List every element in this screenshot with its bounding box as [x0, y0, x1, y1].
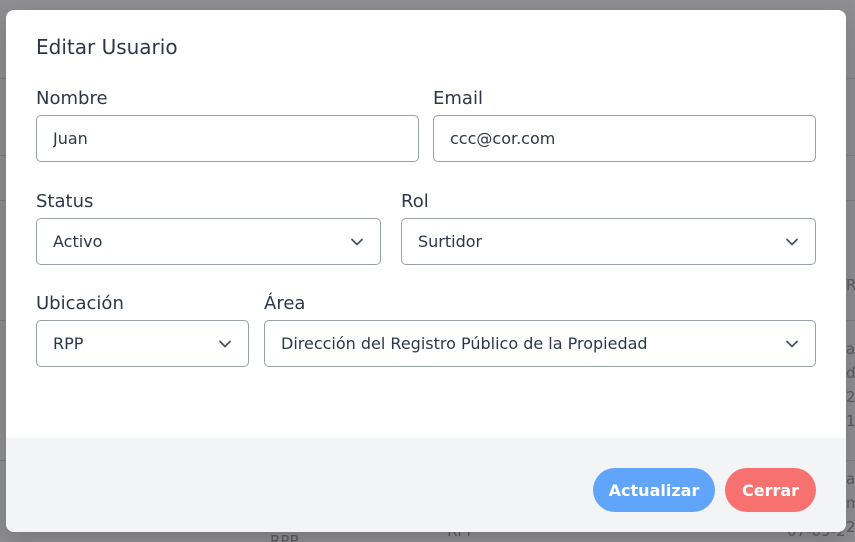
close-button[interactable]: Cerrar — [725, 468, 816, 512]
nombre-input[interactable] — [53, 129, 402, 148]
area-select[interactable]: Dirección del Registro Público de la Pro… — [264, 320, 816, 367]
ubicacion-select[interactable]: RPP — [36, 320, 249, 367]
email-field[interactable] — [433, 115, 816, 162]
rol-label: Rol — [401, 191, 429, 212]
email-input[interactable] — [450, 129, 799, 148]
rol-select[interactable]: Surtidor — [401, 218, 816, 265]
chevron-down-icon — [785, 337, 799, 351]
update-button[interactable]: Actualizar — [593, 468, 715, 512]
ubicacion-label: Ubicación — [36, 293, 124, 314]
status-select[interactable]: Activo — [36, 218, 381, 265]
modal-footer: Actualizar Cerrar — [6, 438, 846, 532]
area-label: Área — [264, 293, 306, 314]
edit-user-modal: Editar Usuario Nombre Email Status Activ… — [6, 10, 846, 532]
rol-select-value: Surtidor — [418, 232, 483, 251]
nombre-label: Nombre — [36, 88, 108, 109]
chevron-down-icon — [350, 235, 364, 249]
email-label: Email — [433, 88, 483, 109]
chevron-down-icon — [785, 235, 799, 249]
status-label: Status — [36, 191, 94, 212]
ubicacion-select-value: RPP — [53, 334, 84, 353]
nombre-field[interactable] — [36, 115, 419, 162]
chevron-down-icon — [218, 337, 232, 351]
status-select-value: Activo — [53, 232, 103, 251]
area-select-value: Dirección del Registro Público de la Pro… — [281, 334, 648, 353]
modal-title: Editar Usuario — [36, 35, 178, 59]
